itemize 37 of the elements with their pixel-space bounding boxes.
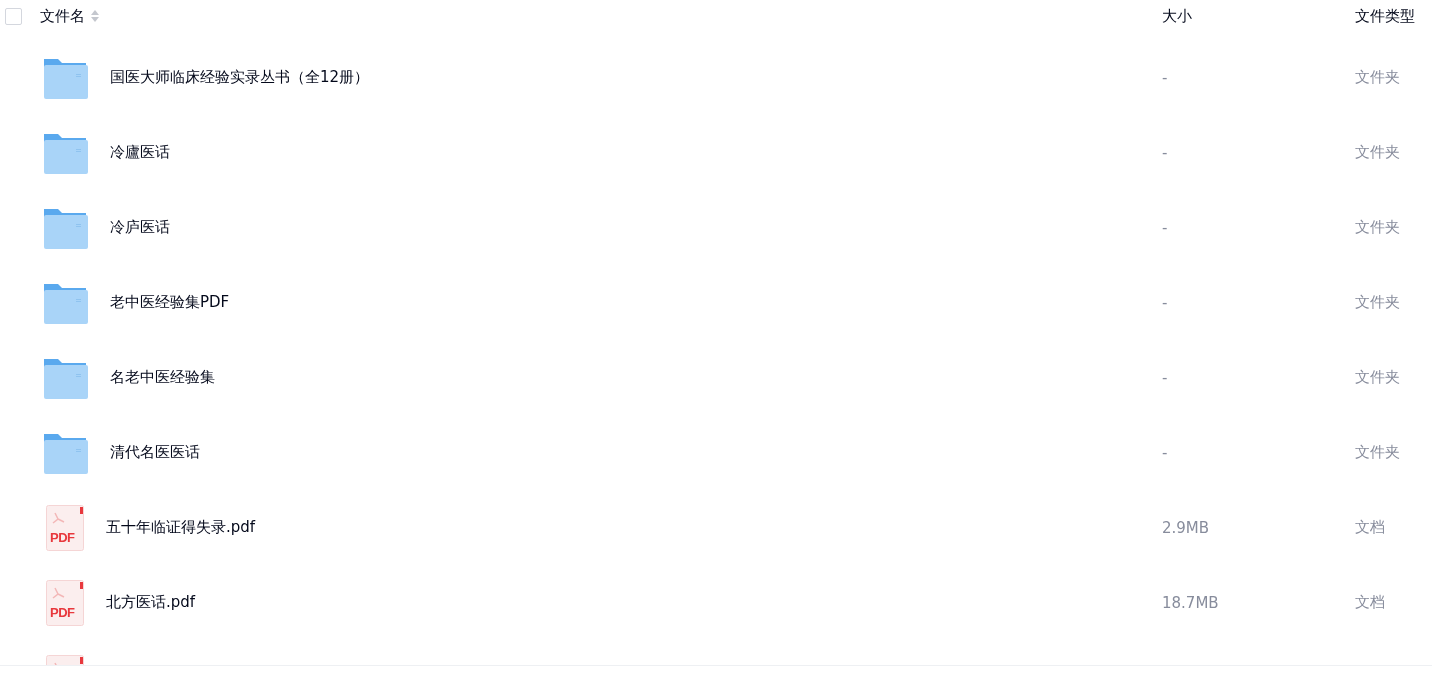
folder-icon [42, 131, 88, 174]
column-header[interactable]: 文件类型 [1355, 6, 1415, 26]
folder-icon [42, 56, 88, 99]
pdf-icon: PDF [46, 504, 84, 551]
file-size: - [1162, 368, 1168, 387]
file-size: - [1162, 143, 1168, 162]
pdf-icon: PDF [46, 579, 84, 626]
file-size: - [1162, 218, 1168, 237]
folder-icon [42, 356, 88, 399]
file-name[interactable]: 五十年临证得失录.pdf [106, 518, 256, 537]
file-type: 文件夹 [1355, 443, 1400, 461]
file-name[interactable]: 北方医话.pdf [106, 593, 196, 612]
folder-icon [42, 431, 88, 474]
file-type: 文件夹 [1355, 368, 1400, 386]
file-size: - [1162, 293, 1168, 312]
file-type: 文件夹 [1355, 218, 1400, 236]
folder-icon [42, 206, 88, 249]
file-size: - [1162, 443, 1168, 462]
file-name[interactable]: 清代名医医话 [110, 443, 200, 462]
file-type: 文档 [1355, 518, 1385, 536]
file-name[interactable]: 名老中医经验集 [110, 368, 215, 387]
file-name[interactable]: 老中医经验集PDF [110, 293, 230, 312]
file-type: 文件夹 [1355, 143, 1400, 161]
column-header[interactable]: 大小 [1162, 6, 1192, 26]
file-name[interactable]: 冷庐医话 [110, 218, 170, 237]
select-all-checkbox[interactable] [5, 7, 22, 25]
file-type: 文件夹 [1355, 68, 1400, 86]
file-name[interactable]: 冷廬医话 [110, 143, 170, 162]
file-name[interactable]: 国医大师临床经验实录丛书（全12册） [110, 68, 370, 87]
column-header[interactable]: 文件名 [40, 6, 85, 26]
folder-icon [42, 281, 88, 324]
sort-icon[interactable] [91, 10, 99, 22]
file-type: 文档 [1355, 593, 1385, 611]
file-type: 文件夹 [1355, 293, 1400, 311]
file-size: - [1162, 68, 1168, 87]
file-size: 2.9MB [1162, 518, 1210, 537]
file-size: 18.7MB [1162, 593, 1219, 612]
